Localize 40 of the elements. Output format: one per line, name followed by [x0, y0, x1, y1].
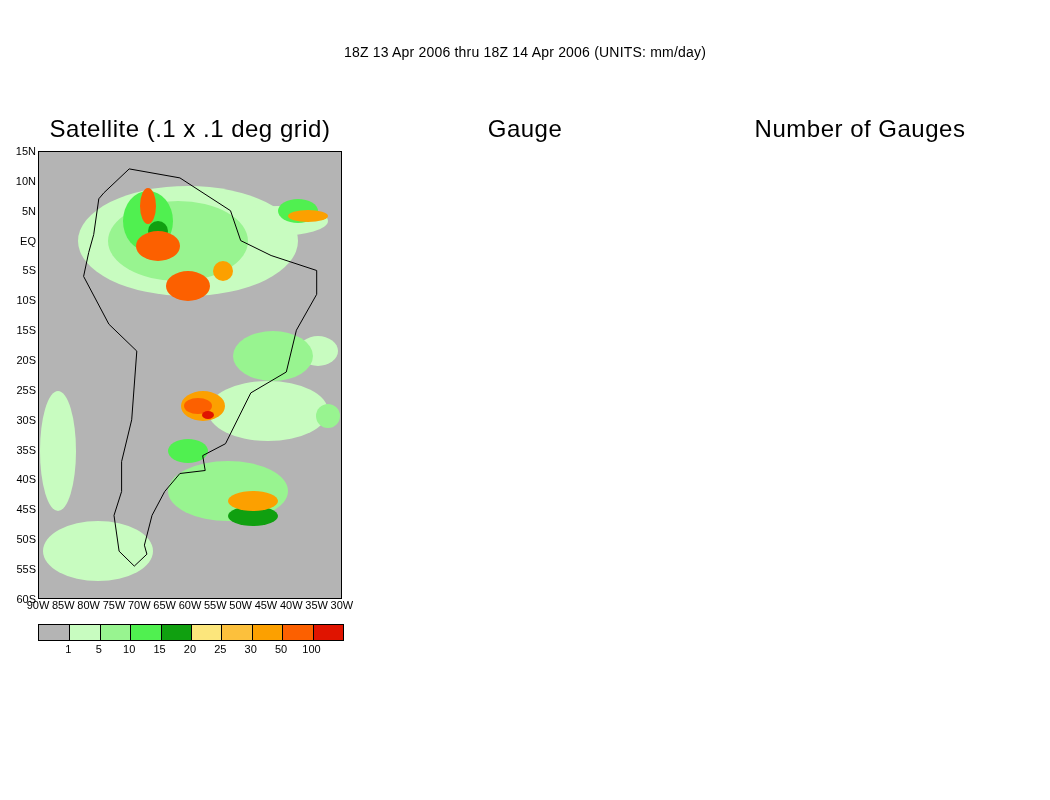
scale-label: 100 [302, 643, 321, 655]
latitude-label: 35S [16, 443, 36, 456]
plot-title: 18Z 13 Apr 2006 thru 18Z 14 Apr 2006 (UNITS: mm/day) [343, 44, 707, 60]
latitude-label: 45S [16, 503, 36, 516]
longitude-label: 80W [77, 599, 100, 611]
longitude-label: 40W [279, 599, 303, 611]
latitude-label: 5S [22, 264, 36, 277]
latitude-label: EQ [20, 234, 36, 247]
longitude-label: 65W [153, 599, 176, 611]
latitude-label: 25S [16, 383, 36, 396]
latitude-label: 10S [16, 294, 36, 307]
longitude-label: 30W [330, 599, 354, 611]
longitude-label: 35W [305, 599, 328, 611]
latitude-label: 50S [16, 533, 36, 546]
longitude-label: 45W [254, 599, 278, 611]
latitude-label: 30S [16, 413, 36, 426]
longitude-label: 60W [178, 599, 202, 611]
latitude-label: 55S [16, 563, 36, 576]
latitude-label: 5N [21, 204, 36, 217]
scale-label: 25 [214, 643, 227, 655]
latitude-label: 10N [15, 174, 36, 187]
latitude-label: 15S [16, 324, 36, 337]
scale-label: 5 [95, 643, 102, 655]
latitude-label: 20S [16, 354, 36, 366]
scale-label: 10 [123, 643, 136, 655]
scale-label: 15 [153, 643, 166, 655]
longitude-label: 55W [203, 599, 227, 611]
latitude-label: 40S [16, 473, 36, 486]
longitude-label: 85W [52, 599, 75, 611]
panel-title: Satellite (.1 x .1 deg grid) [49, 115, 331, 143]
longitude-label: 75W [102, 599, 126, 611]
scale-label: 1 [65, 643, 72, 655]
latitude-label: 15N [15, 145, 36, 157]
longitude-label: 50W [229, 599, 252, 611]
scale-label: 30 [244, 643, 257, 655]
scale-label: 50 [275, 643, 288, 655]
longitude-label: 70W [128, 599, 151, 611]
scale-label: 20 [183, 643, 197, 655]
panel-title: Gauge [487, 115, 563, 143]
panel-title: Number of Gauges [754, 115, 966, 143]
